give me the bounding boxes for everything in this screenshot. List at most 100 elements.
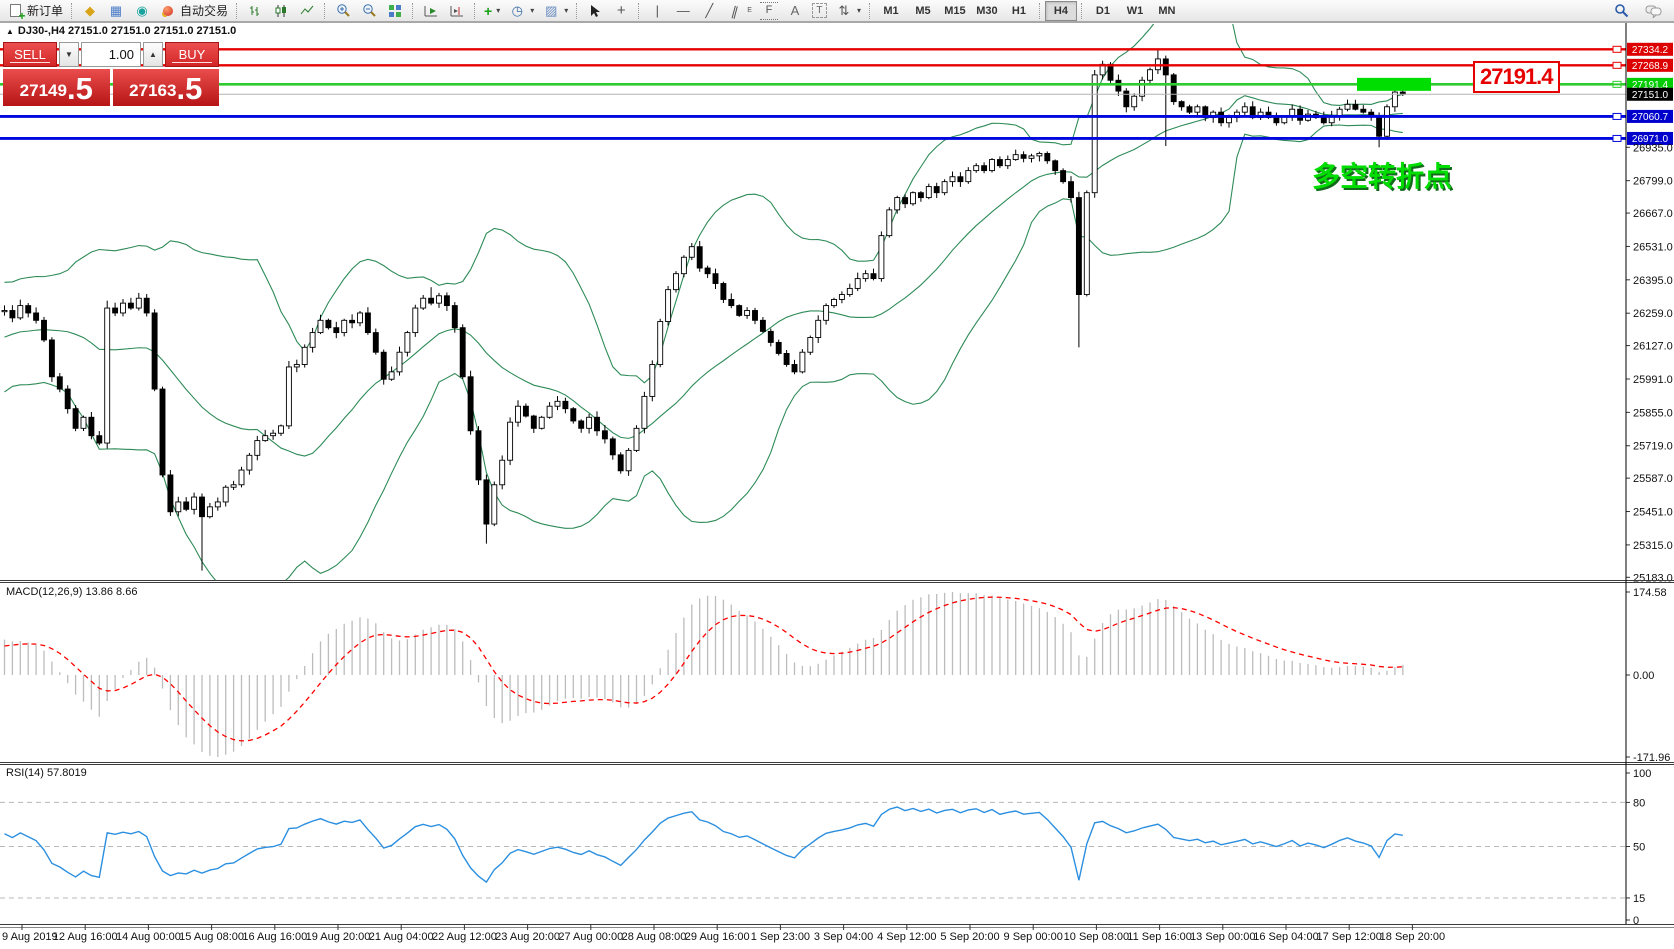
symbols-button[interactable]: ◆ [77, 1, 103, 21]
candle [666, 290, 671, 322]
hline-handle[interactable] [1613, 135, 1621, 141]
channel-button[interactable]: ∥E [722, 1, 756, 21]
candle [184, 502, 189, 509]
svg-text:27060.7: 27060.7 [1632, 112, 1669, 123]
hline-handle[interactable] [1613, 62, 1621, 68]
periods-button[interactable]: ◷▾ [504, 1, 538, 21]
sell-button[interactable]: SELL [3, 42, 57, 67]
chat-button[interactable] [1640, 1, 1666, 21]
timeframe-button-m5[interactable]: M5 [907, 1, 939, 21]
line-chart-button[interactable] [294, 1, 320, 21]
arrows-button[interactable]: ⇅▾ [831, 1, 865, 21]
panel-divider[interactable] [0, 578, 1674, 584]
templates-button[interactable]: ▨▾ [538, 1, 572, 21]
candle [215, 502, 220, 507]
horizontal-line-button[interactable]: — [670, 1, 696, 21]
candle [279, 426, 284, 433]
chart-canvas[interactable]: 27334.227268.927191.427060.726971.027151… [0, 0, 1674, 949]
time-tick-label: 9 Sep 00:00 [1004, 931, 1063, 943]
candle [160, 389, 165, 475]
candle [97, 436, 102, 443]
panel-divider[interactable] [0, 760, 1674, 766]
candle [792, 365, 797, 372]
candle [1242, 107, 1247, 112]
candle [602, 431, 607, 439]
crosshair-button[interactable]: + [608, 1, 634, 21]
timeframe-button-m30[interactable]: M30 [971, 1, 1003, 21]
candle [855, 279, 860, 289]
candle [579, 421, 584, 428]
time-tick-label: 13 Sep 00:00 [1190, 931, 1255, 943]
text-button[interactable]: A [782, 1, 808, 21]
candle [334, 328, 339, 333]
new-order-button[interactable]: 新订单 [2, 1, 67, 21]
fibonacci-button[interactable]: F [756, 1, 782, 21]
indicators-button[interactable]: +▾ [480, 1, 504, 21]
data-window-icon: ▦ [107, 3, 125, 19]
green-zone-rectangle[interactable] [1357, 78, 1431, 91]
candle [1227, 118, 1232, 123]
candle [658, 322, 663, 365]
bar-chart-button[interactable] [242, 1, 268, 21]
hline-handle[interactable] [1613, 113, 1621, 119]
buy-price-tile[interactable]: 27163.5 [113, 69, 220, 106]
volume-step-down-button[interactable]: ▼ [59, 42, 79, 67]
zoom-in-button[interactable] [330, 1, 356, 21]
timeframe-button-m1[interactable]: M1 [875, 1, 907, 21]
price-tick-label: 25315.0 [1633, 540, 1673, 552]
vertical-line-button[interactable]: | [644, 1, 670, 21]
tile-windows-button[interactable] [382, 1, 408, 21]
candle [1361, 109, 1366, 112]
candlestick-button[interactable] [268, 1, 294, 21]
candle [713, 274, 718, 284]
time-tick-label: 17 Sep 12:00 [1316, 931, 1381, 943]
candle [1187, 107, 1192, 112]
candle [484, 480, 489, 524]
one-click-panel-arrow-icon[interactable]: ▲ [6, 27, 14, 36]
autotrading-button[interactable]: 自动交易 [155, 1, 232, 21]
timeframe-button-h1[interactable]: H1 [1003, 1, 1035, 21]
auto-scroll-button[interactable] [418, 1, 444, 21]
candle [255, 441, 260, 456]
candle [1037, 153, 1042, 155]
price-tick-label: 25991.0 [1633, 374, 1673, 386]
chart-shift-button[interactable] [444, 1, 470, 21]
candle [990, 160, 995, 171]
volume-input[interactable]: 1.00 [81, 42, 141, 67]
price-tick-label: 25587.0 [1633, 473, 1673, 485]
candle [1116, 80, 1121, 91]
trendline-button[interactable]: ╱ [696, 1, 722, 21]
candle [34, 313, 39, 320]
chevron-down-icon: ▾ [857, 6, 861, 15]
search-button[interactable] [1608, 1, 1634, 21]
timeframe-button-d1[interactable]: D1 [1087, 1, 1119, 21]
candle [674, 274, 679, 290]
text-label-button[interactable]: T [808, 1, 831, 21]
candle [934, 187, 939, 193]
navigator-button[interactable]: ◉ [129, 1, 155, 21]
hline-handle[interactable] [1613, 46, 1621, 52]
price-callout-box[interactable]: 27191.4 [1473, 61, 1560, 93]
candle [468, 377, 473, 431]
timeframe-button-mn[interactable]: MN [1151, 1, 1183, 21]
timeframe-button-h4[interactable]: H4 [1045, 1, 1077, 21]
cursor-button[interactable] [582, 1, 608, 21]
template-icon: ▨ [542, 3, 560, 19]
candle [1124, 91, 1129, 107]
candle [350, 320, 355, 322]
data-window-button[interactable]: ▦ [103, 1, 129, 21]
timeframe-button-m15[interactable]: M15 [939, 1, 971, 21]
buy-button[interactable]: BUY [165, 42, 219, 67]
zoom-out-button[interactable] [356, 1, 382, 21]
candle [500, 460, 505, 485]
volume-step-up-button[interactable]: ▲ [143, 42, 163, 67]
sell-price-tile[interactable]: 27149.5 [3, 69, 110, 106]
turning-point-annotation[interactable]: 多空转折点 [1312, 155, 1452, 195]
candle [365, 313, 370, 333]
candle [1108, 64, 1113, 80]
candle [26, 306, 31, 313]
candle [318, 320, 323, 332]
chevron-down-icon: ▾ [496, 6, 500, 15]
timeframe-button-w1[interactable]: W1 [1119, 1, 1151, 21]
candle [626, 450, 631, 470]
